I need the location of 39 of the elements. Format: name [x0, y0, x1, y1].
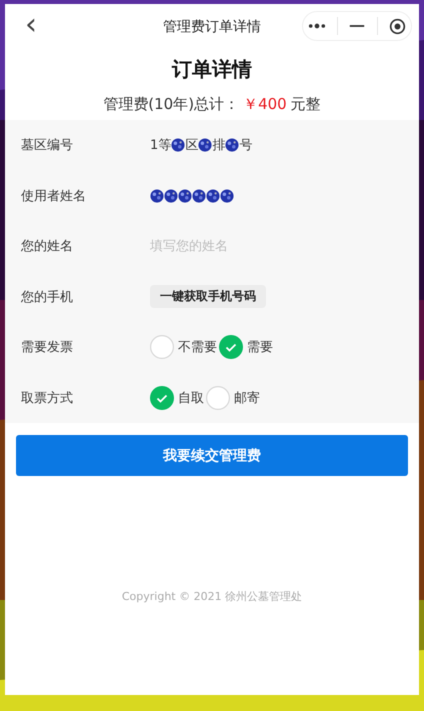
radio-unchecked[interactable]: [150, 335, 174, 360]
radio-label: 自取: [178, 390, 204, 407]
total-label: 管理费(10年)总计：: [103, 95, 240, 114]
amount-suffix: 元整: [290, 95, 321, 114]
back-button[interactable]: ‹: [25, 10, 37, 40]
close-icon[interactable]: [388, 18, 406, 34]
radio-label: 需要: [247, 339, 273, 356]
radio-label: 邮寄: [234, 390, 260, 407]
radio-label: 不需要: [178, 339, 217, 356]
field-label: 使用者姓名: [21, 188, 87, 205]
value-text: 区: [185, 137, 198, 154]
redaction-icon: [198, 138, 212, 152]
field-label: 取票方式: [21, 390, 74, 407]
radio-checked[interactable]: [150, 386, 174, 410]
value-text: 号: [239, 137, 252, 154]
value-text: 1等: [150, 137, 172, 154]
heading: 订单详情: [170, 56, 253, 83]
redaction-icon: [150, 188, 164, 203]
redaction-icon: [220, 188, 234, 203]
redaction-icon: [192, 188, 206, 203]
get-phone-button[interactable]: 一键获取手机号码: [150, 285, 266, 308]
more-icon[interactable]: [308, 23, 326, 29]
redaction-icon: [164, 188, 178, 203]
radio-unchecked[interactable]: [206, 386, 230, 410]
field-label: 您的姓名: [21, 238, 74, 256]
radio-checked[interactable]: [219, 335, 243, 360]
redaction-icon: [171, 138, 186, 152]
name-input[interactable]: 填写您的姓名: [150, 238, 330, 254]
total-amount: ￥400: [243, 95, 287, 114]
copyright-text: Copyright © 2021 徐州公墓管理处: [120, 589, 304, 604]
field-label: 您的手机: [21, 288, 74, 306]
value-text: 排: [212, 137, 226, 154]
field-label: 墓区编号: [21, 137, 74, 154]
field-label: 需要发票: [21, 339, 74, 356]
redaction-icon: [206, 188, 220, 203]
submit-button[interactable]: 我要续交管理费: [16, 435, 408, 476]
redaction-icon: [178, 188, 192, 203]
page-title: 管理费订单详情: [163, 18, 261, 36]
redaction-icon: [225, 138, 240, 152]
